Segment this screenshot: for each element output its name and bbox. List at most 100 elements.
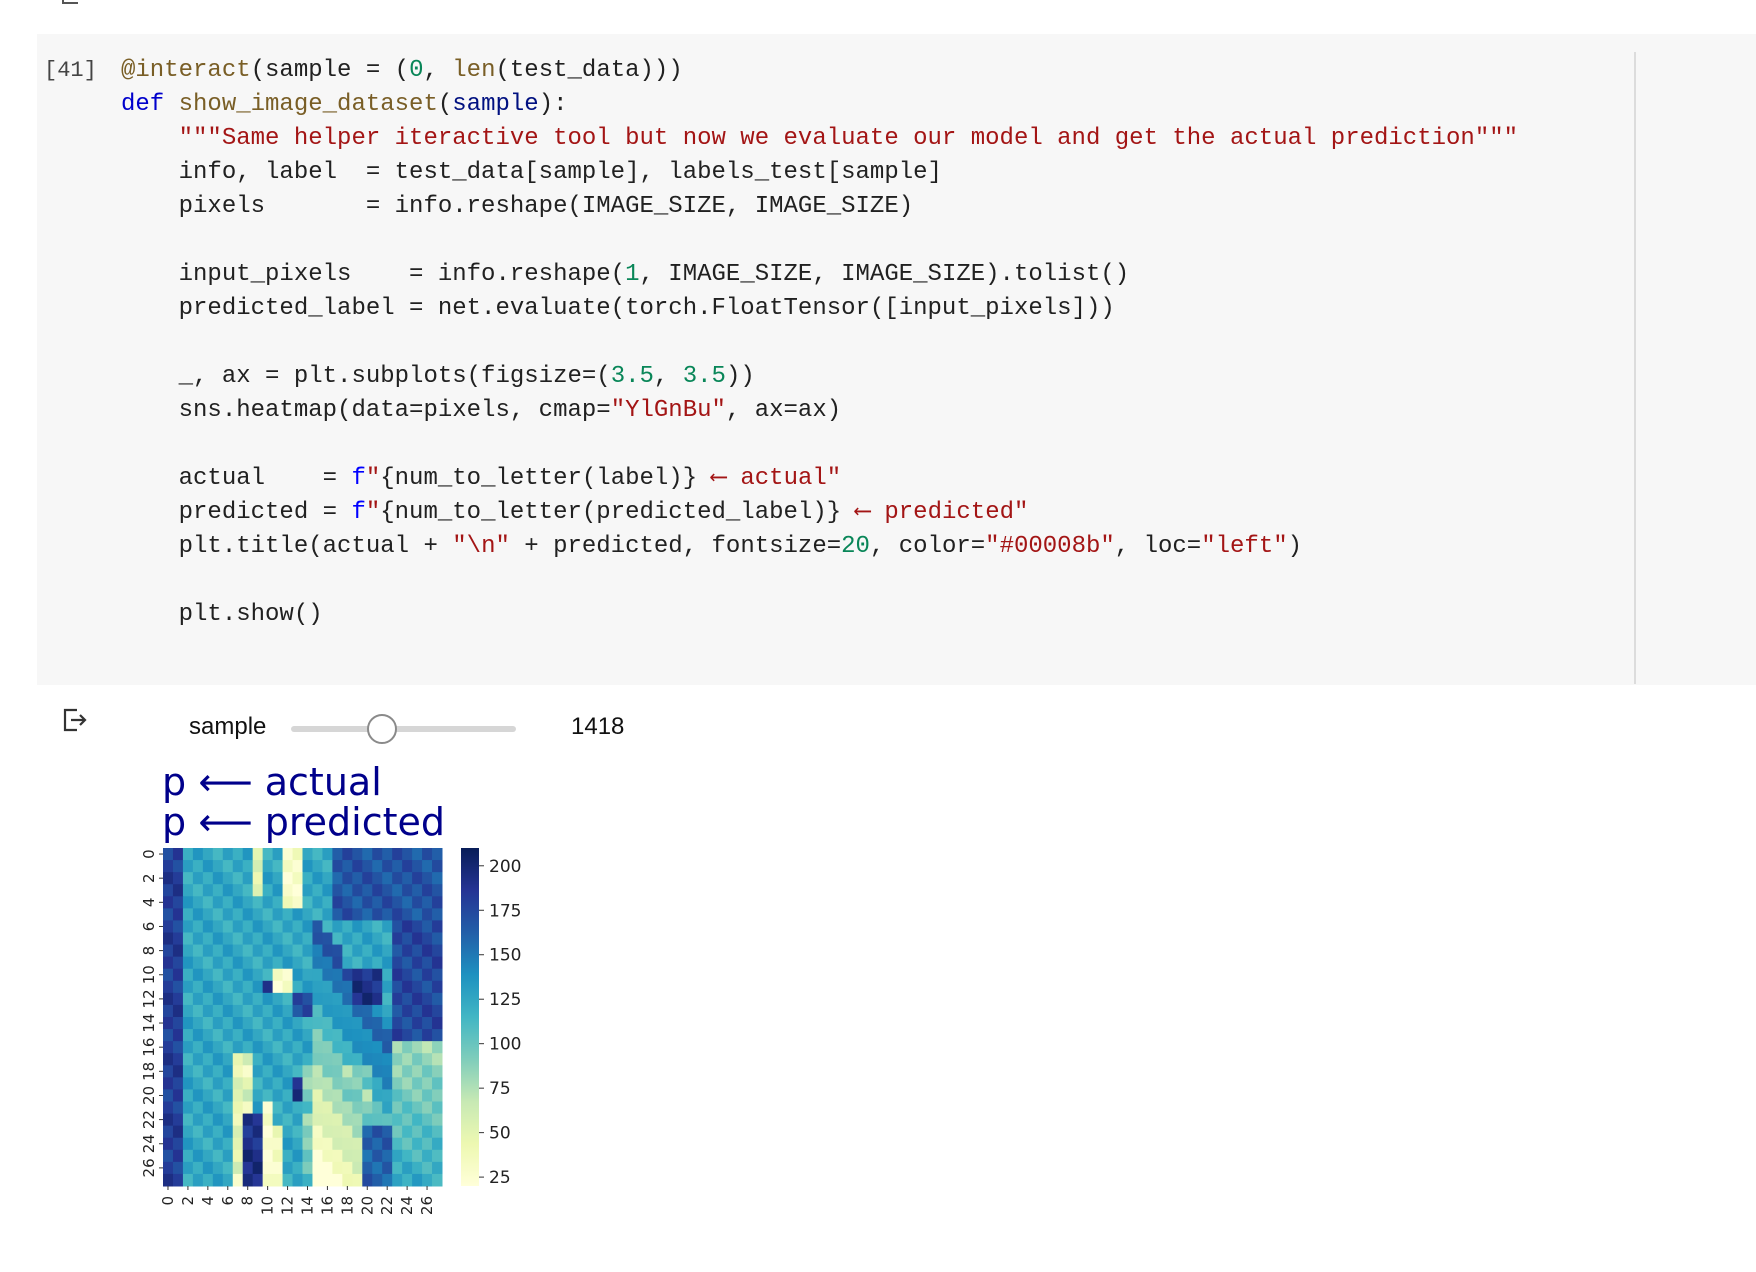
heatmap-cell xyxy=(312,1053,323,1066)
heatmap-cell xyxy=(362,1065,373,1078)
heatmap-cell xyxy=(282,1065,294,1078)
heatmap-cell xyxy=(202,980,214,994)
heatmap-cell xyxy=(332,1065,343,1078)
heatmap-cell xyxy=(352,872,363,885)
heatmap-cell xyxy=(232,884,244,897)
heatmap-cell xyxy=(202,872,214,885)
heatmap-cell xyxy=(342,920,353,933)
heatmap-cell xyxy=(372,1173,383,1187)
heatmap-cell xyxy=(372,968,383,982)
heatmap-cell xyxy=(232,860,244,873)
heatmap-cell xyxy=(342,980,353,994)
heatmap-cell xyxy=(322,1173,333,1187)
heatmap-cell xyxy=(292,1113,303,1127)
heatmap-cell xyxy=(172,1089,184,1102)
heatmap-cell xyxy=(432,944,443,958)
heatmap-cell xyxy=(182,1077,194,1090)
heatmap-cell xyxy=(322,1101,333,1115)
heatmap-cell xyxy=(182,1065,194,1078)
heatmap-cell xyxy=(302,932,313,946)
heatmap-cell xyxy=(392,932,403,946)
heatmap-cell xyxy=(272,1089,284,1102)
heatmap-cell xyxy=(202,932,214,946)
heatmap-cell xyxy=(372,1029,383,1042)
heatmap-cell xyxy=(422,1077,433,1090)
heatmap-cell xyxy=(372,944,383,958)
heatmap-cell xyxy=(232,908,244,921)
heatmap-cell xyxy=(302,1017,313,1030)
heatmap-cell xyxy=(332,1004,343,1018)
heatmap-cell xyxy=(312,1029,323,1042)
heatmap-cell xyxy=(412,1149,423,1163)
heatmap-cell xyxy=(163,1077,174,1090)
heatmap-cell xyxy=(392,860,403,873)
heatmap-cell xyxy=(332,1101,343,1115)
heatmap-cell xyxy=(262,872,274,885)
heatmap-cell xyxy=(212,1089,224,1102)
heatmap-cell xyxy=(412,872,423,885)
heatmap-cell xyxy=(252,1089,264,1102)
heatmap-cell xyxy=(432,908,443,921)
heatmap-cell xyxy=(302,884,313,897)
heatmap-cell xyxy=(412,860,423,873)
heatmap-cell xyxy=(402,1161,413,1175)
heatmap-cell xyxy=(412,956,423,970)
heatmap-cell xyxy=(202,1161,214,1175)
heatmap-cell xyxy=(382,1113,393,1127)
heatmap-cell xyxy=(342,860,353,873)
heatmap-cell xyxy=(252,1065,264,1078)
heatmap-cell xyxy=(163,980,174,994)
heatmap-cell xyxy=(282,884,294,897)
heatmap-cell xyxy=(402,980,413,994)
heatmap-cell xyxy=(222,848,234,861)
heatmap-cell xyxy=(172,1029,184,1042)
heatmap-cell xyxy=(432,968,443,982)
heatmap-cell xyxy=(222,896,234,909)
heatmap-cell xyxy=(422,1065,433,1078)
colorbar xyxy=(461,848,479,1186)
heatmap-cell xyxy=(163,1137,174,1151)
heatmap-cell xyxy=(422,956,433,970)
heatmap-cell xyxy=(322,1161,333,1175)
x-tick-label: 16 xyxy=(318,1196,336,1215)
heatmap-cell xyxy=(432,992,443,1006)
heatmap-cell xyxy=(322,848,333,861)
heatmap-cell xyxy=(302,956,313,970)
heatmap-cell xyxy=(412,992,423,1006)
heatmap-cell xyxy=(302,860,313,873)
heatmap-cell xyxy=(282,944,294,958)
heatmap-cell xyxy=(372,1004,383,1018)
heatmap-cell xyxy=(332,980,343,994)
heatmap-cell xyxy=(312,968,323,982)
colorbar-tick-label: 200 xyxy=(489,857,521,877)
heatmap-cell xyxy=(222,1004,234,1018)
heatmap-cell xyxy=(362,932,373,946)
heatmap-cell xyxy=(172,860,184,873)
heatmap-cell xyxy=(262,992,274,1006)
heatmap-cell xyxy=(182,1161,194,1175)
heatmap-cell xyxy=(392,908,403,921)
heatmap-cell xyxy=(252,1053,264,1066)
heatmap-cell xyxy=(422,848,433,861)
heatmap-cell xyxy=(402,848,413,861)
heatmap-cell xyxy=(382,1004,393,1018)
heatmap-cell xyxy=(352,920,363,933)
heatmap-cell xyxy=(352,1053,363,1066)
heatmap-cell xyxy=(362,1137,373,1151)
heatmap-cell xyxy=(202,1149,214,1163)
heatmap-cell xyxy=(332,1161,343,1175)
heatmap-cell xyxy=(302,1065,313,1078)
heatmap-cell xyxy=(432,1125,443,1139)
heatmap-cell xyxy=(163,848,174,861)
heatmap-cell xyxy=(242,908,254,921)
heatmap-cell xyxy=(172,1077,184,1090)
heatmap-cell xyxy=(382,1173,393,1187)
heatmap-cell xyxy=(352,968,363,982)
heatmap-cell xyxy=(292,992,303,1006)
heatmap-cell xyxy=(422,944,433,958)
heatmap-cell xyxy=(332,956,343,970)
heatmap-cell xyxy=(322,1029,333,1042)
heatmap-cell xyxy=(422,1004,433,1018)
heatmap-cell xyxy=(212,968,224,982)
heatmap-cell xyxy=(272,980,284,994)
